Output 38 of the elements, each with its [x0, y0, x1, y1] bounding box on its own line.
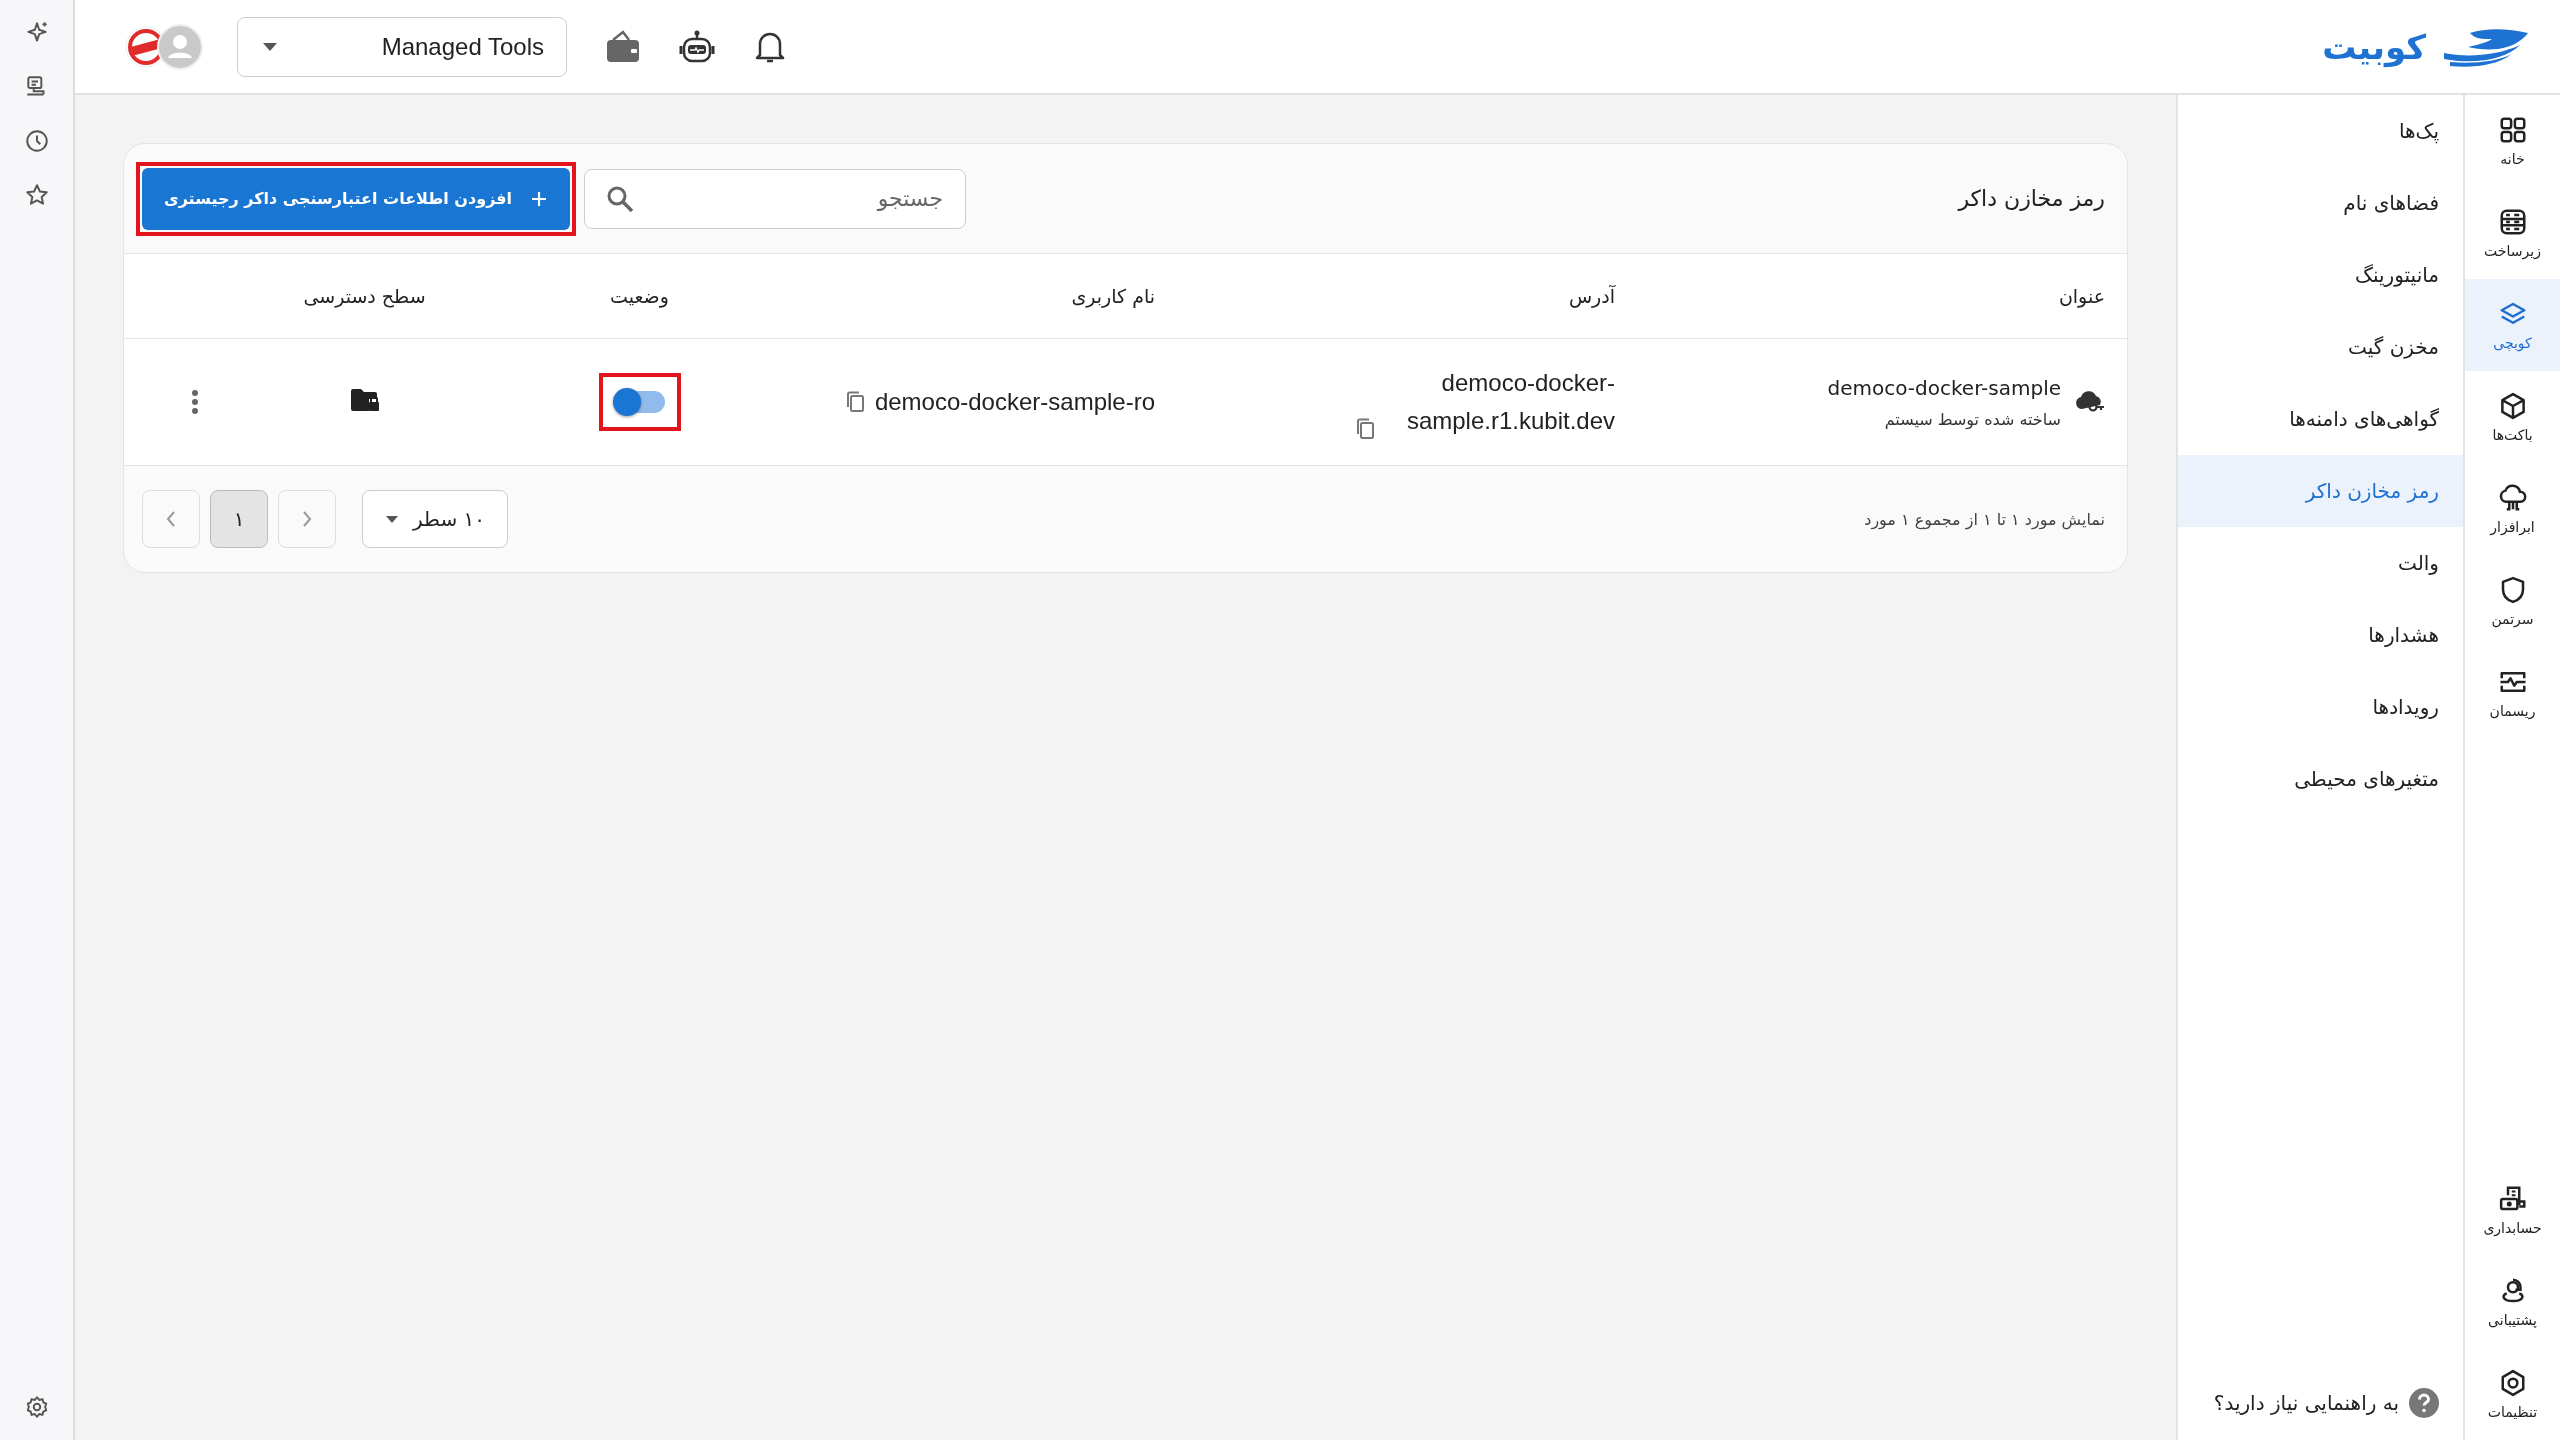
column-header: سطح دسترسی [303, 285, 426, 307]
rail-item[interactable]: زیرساخت [2465, 187, 2560, 279]
card-title: رمز مخازن داکر [1958, 186, 2105, 211]
nav-item[interactable]: متغیرهای محیطی [2178, 743, 2463, 815]
page-size-select[interactable]: ۱۰ سطر [362, 490, 509, 548]
rail-item[interactable]: تنظیمات [2465, 1348, 2560, 1440]
search-field[interactable]: جستجو [584, 168, 967, 229]
column-header: وضعیت [610, 285, 669, 307]
nav-item[interactable]: مانیتورینگ [2178, 239, 2463, 311]
project-selector[interactable]: Managed Tools [237, 16, 567, 77]
nav-item[interactable]: گواهی‌های دامنه‌ها [2178, 383, 2463, 455]
add-credentials-button[interactable]: افزودن اطلاعات اعتبارسنجی داکر رجیستری [142, 167, 571, 230]
nav-item[interactable]: هشدارها [2178, 599, 2463, 671]
nav-item[interactable]: مخزن گیت [2178, 311, 2463, 383]
rail-item[interactable]: ابرافزار [2465, 463, 2560, 555]
secret-title: democo-docker-sample [1827, 375, 2061, 400]
pagination-summary: نمایش مورد ۱ تا ۱ از مجموع ۱ مورد [1864, 509, 2105, 529]
column-header: آدرس [1568, 285, 1615, 307]
rail-item[interactable]: باکت‌ها [2465, 371, 2560, 463]
nav-item[interactable]: والت [2178, 527, 2463, 599]
nav-item[interactable]: رویدادها [2178, 671, 2463, 743]
rail-item[interactable]: حسابداری [2465, 1164, 2560, 1256]
nav-item[interactable]: رمز مخازن داکر [2178, 455, 2463, 527]
rail-item[interactable]: خانه [2465, 95, 2560, 187]
nav-item[interactable]: پک‌ها [2178, 95, 2463, 167]
rail-item[interactable]: کوبچی [2465, 279, 2560, 371]
logo-text: کوبیت [2322, 26, 2426, 67]
rail-item[interactable]: ریسمان [2465, 647, 2560, 739]
nav-item[interactable]: فضاهای نام [2178, 167, 2463, 239]
column-header: عنوان [2058, 285, 2105, 307]
registry-address: democo-docker-sample.r1.kubit.dev [1405, 368, 1615, 436]
page-button[interactable]: ۱ [210, 490, 268, 548]
help-link[interactable]: به راهنمایی نیاز دارید؟ [2213, 1391, 2399, 1415]
username-text: democo-docker-sample-ro [874, 388, 1155, 416]
rail-item[interactable]: پشتیبانی [2465, 1256, 2560, 1348]
secret-subtitle: ساخته شده توسط سیستم [1883, 409, 2061, 429]
rail-item[interactable]: سرتمن [2465, 555, 2560, 647]
column-header: نام کاربری [1071, 285, 1155, 307]
